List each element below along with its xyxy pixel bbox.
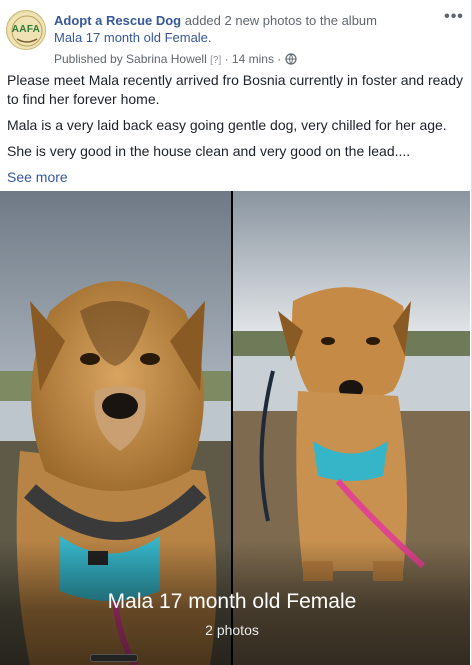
page-avatar[interactable]: AAFA (6, 10, 46, 50)
globe-icon[interactable] (285, 53, 297, 68)
published-by-text[interactable]: Published by Sabrina Howell (54, 52, 207, 66)
post-action-text: added 2 new photos to the album (181, 13, 377, 28)
meta-separator: · (224, 52, 229, 66)
avatar-logo-text: AAFA (11, 24, 41, 35)
post-message: Please meet Mala recently arrived fro Bo… (7, 71, 463, 187)
more-options-icon[interactable]: ••• (442, 9, 466, 30)
help-marker[interactable]: [?] (210, 55, 221, 66)
album-name-link[interactable]: Mala 17 month old Female. (54, 30, 212, 45)
post-header: AAFA Adopt a Rescue Dog added 2 new phot… (6, 8, 466, 68)
facebook-post: AAFA Adopt a Rescue Dog added 2 new phot… (0, 0, 472, 665)
post-headline: Adopt a Rescue Dog added 2 new photos to… (54, 12, 434, 46)
post-paragraph-2: Mala is a very laid back easy going gent… (7, 117, 447, 133)
meta-separator-2: · (277, 52, 282, 66)
page-name-link[interactable]: Adopt a Rescue Dog (54, 13, 181, 28)
post-meta: Published by Sabrina Howell [?] · 14 min… (54, 52, 297, 68)
album-photo-count: 2 photos (205, 622, 259, 638)
post-timestamp[interactable]: 14 mins (232, 52, 274, 66)
post-paragraph-3: She is very good in the house clean and … (7, 143, 411, 159)
see-more-link[interactable]: See more (7, 168, 68, 187)
phone-edge (90, 654, 138, 662)
album-title[interactable]: Mala 17 month old Female (0, 590, 464, 614)
post-paragraph-1: Please meet Mala recently arrived fro Bo… (7, 72, 463, 107)
